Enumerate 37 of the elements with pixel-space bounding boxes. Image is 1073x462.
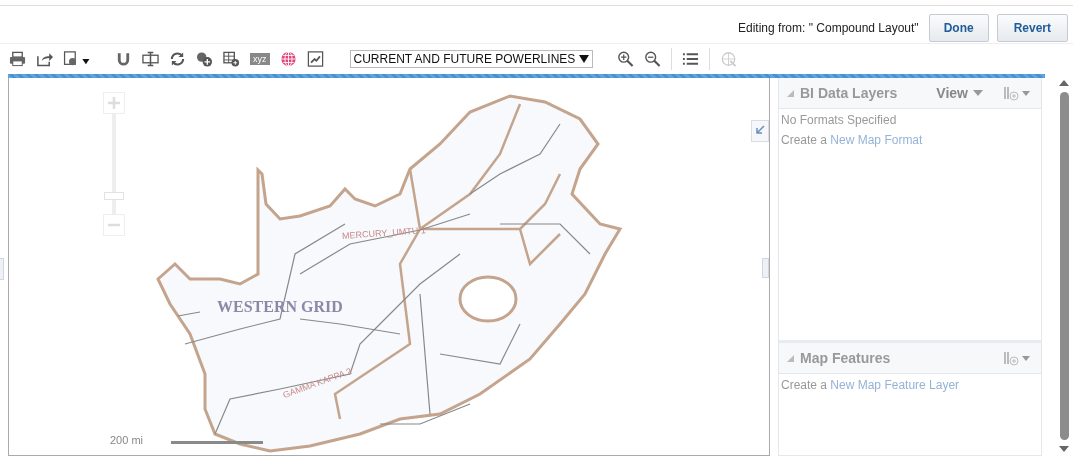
add-column-icon[interactable] bbox=[1003, 350, 1031, 366]
globe-icon bbox=[720, 51, 738, 67]
magnet-icon[interactable] bbox=[115, 51, 132, 67]
create-sentence: Create a New Map Feature Layer bbox=[781, 378, 961, 392]
layer-select[interactable]: CURRENT AND FUTURE POWERLINES bbox=[349, 50, 594, 68]
scrollbar-thumb[interactable] bbox=[1059, 92, 1069, 440]
globe-icon[interactable] bbox=[279, 51, 297, 67]
print-icon[interactable] bbox=[9, 51, 26, 67]
section-title: BI Data Layers bbox=[800, 85, 898, 101]
scroll-down-icon[interactable] bbox=[1059, 446, 1069, 452]
view-menu[interactable]: View bbox=[936, 85, 983, 101]
empty-message: No Formats Specified bbox=[781, 113, 898, 127]
export-icon[interactable] bbox=[36, 51, 53, 67]
create-sentence: Create a New Map Format bbox=[781, 133, 924, 147]
caret-icon bbox=[973, 90, 983, 96]
zoom-in-icon[interactable] bbox=[617, 51, 635, 67]
header-button[interactable]: Done bbox=[928, 13, 989, 42]
editing-label: Editing from: " Compound Layout" bbox=[738, 20, 919, 35]
add-table-icon[interactable] bbox=[223, 51, 240, 67]
section-title: Map Features bbox=[800, 350, 891, 366]
scroll-up-icon[interactable] bbox=[1059, 80, 1069, 86]
new-feature-layer-link[interactable]: New Map Feature Layer bbox=[830, 378, 960, 392]
scale-label: 200 mi bbox=[110, 434, 144, 446]
header-button[interactable]: Revert bbox=[996, 13, 1068, 42]
add-column-icon[interactable] bbox=[1003, 85, 1031, 101]
collapse-handle[interactable] bbox=[762, 258, 769, 278]
add-layer-icon[interactable] bbox=[196, 51, 213, 67]
zoom-out-icon[interactable] bbox=[644, 51, 662, 67]
text-cursor-icon[interactable] bbox=[142, 51, 159, 67]
refresh-icon[interactable] bbox=[169, 51, 186, 67]
new-map-format-link[interactable]: New Map Format bbox=[830, 133, 923, 147]
zoom-slider-thumb[interactable] bbox=[104, 192, 124, 201]
xyz-button[interactable]: xyz bbox=[250, 53, 270, 65]
caret-icon bbox=[579, 55, 590, 63]
map-label: MERCURY_UMTU 1 bbox=[341, 225, 427, 241]
list-icon[interactable] bbox=[682, 51, 700, 67]
overview-toggle-icon[interactable] bbox=[751, 120, 769, 142]
